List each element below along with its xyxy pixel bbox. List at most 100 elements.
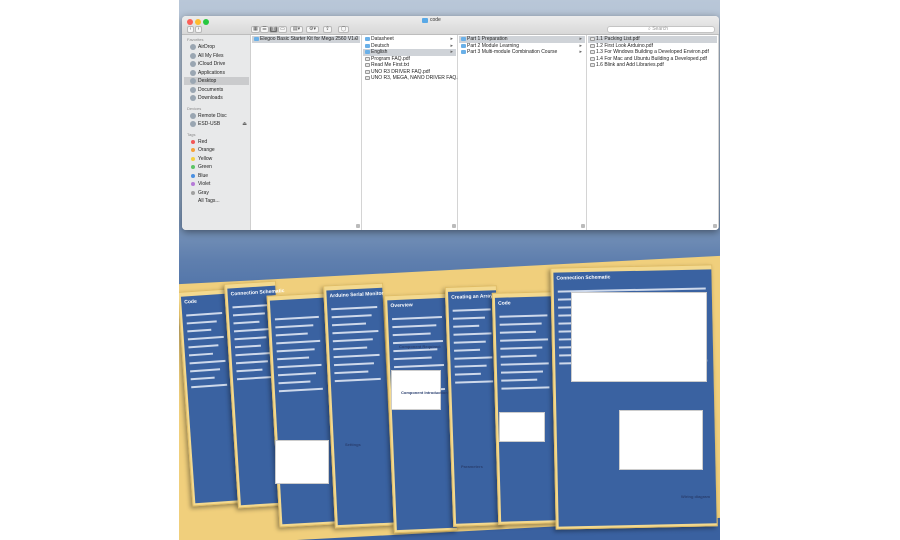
chevron-right-icon: ▸ xyxy=(354,36,357,42)
sidebar-item[interactable]: Orange xyxy=(184,146,249,154)
action-button[interactable]: ⚙▾ xyxy=(306,26,319,33)
finder-window: code ‹ › ▦ ☰ ▥ ▭ ▤▾ ⚙▾ ⇪ ◯ ⌕ Search Favo… xyxy=(182,16,719,230)
sidebar-item[interactable]: Applications xyxy=(184,69,249,77)
sidebar-item[interactable]: Documents xyxy=(184,86,249,94)
sidebar-item[interactable]: iCloud Drive xyxy=(184,60,249,68)
arrange-button[interactable]: ▤▾ xyxy=(290,26,303,33)
folder-row[interactable]: Part 3 Multi-module Combination Course ▸ xyxy=(459,49,585,56)
sidebar-section-header: Devices xyxy=(187,105,202,111)
parameters-heading: Parameters xyxy=(461,464,483,469)
text-line xyxy=(236,375,275,380)
text-line xyxy=(499,314,548,318)
breadboard-illustration xyxy=(619,410,703,470)
document-icon xyxy=(365,69,370,74)
text-line xyxy=(501,386,550,390)
forward-button[interactable]: › xyxy=(195,26,202,33)
sidebar-item[interactable]: Green xyxy=(184,163,249,171)
sidebar-item[interactable]: Gray xyxy=(184,189,249,197)
text-line xyxy=(190,368,221,372)
browser-column: 1.1 Packing List.pdf 1.2 First Look Ardui… xyxy=(587,35,719,230)
text-line xyxy=(499,322,542,326)
folder-icon xyxy=(365,50,370,54)
tag-color-dot xyxy=(191,182,195,186)
sidebar-item[interactable]: Remote Disc xyxy=(184,112,249,120)
item-label: Part 1 Preparation xyxy=(467,36,508,42)
text-line xyxy=(232,312,265,316)
column-resize-handle[interactable] xyxy=(356,224,360,228)
component-required-heading: Component Required: xyxy=(399,344,441,349)
file-row[interactable]: 1.6 Blink and Add Libraries.pdf xyxy=(588,62,717,69)
code-snippet xyxy=(499,412,545,442)
sidebar-item[interactable]: Desktop xyxy=(184,77,249,85)
settings-heading: Settings xyxy=(345,442,361,447)
list-view-button[interactable]: ☰ xyxy=(260,26,269,33)
document-icon xyxy=(365,56,370,61)
sidebar-item-label: All My Files xyxy=(198,52,224,59)
text-line xyxy=(278,387,323,392)
document-icon xyxy=(590,43,595,48)
text-line xyxy=(454,372,481,376)
column-view-button[interactable]: ▥ xyxy=(269,26,278,33)
printed-pages-photo: Code Connection Schematic Arduino Serial M… xyxy=(179,255,720,540)
item-label: Program FAQ.pdf xyxy=(371,55,410,62)
sidebar-item[interactable]: All My Files xyxy=(184,52,249,60)
sidebar-item[interactable]: Blue xyxy=(184,172,249,180)
sidebar-item[interactable]: Downloads xyxy=(184,94,249,102)
text-line xyxy=(331,305,378,310)
back-button[interactable]: ‹ xyxy=(187,26,194,33)
browser-column: Elegoo Basic Starter Kit for Mega 2560 V… xyxy=(251,35,362,230)
airdrop-icon xyxy=(190,44,196,50)
sidebar-item-label: Downloads xyxy=(198,95,223,101)
text-line xyxy=(333,346,368,350)
eject-icon[interactable]: ⏏ xyxy=(242,120,247,128)
tags-button[interactable]: ◯ xyxy=(338,26,349,33)
tag-color-dot xyxy=(191,139,195,144)
text-line xyxy=(234,344,261,348)
sidebar-item[interactable]: Red xyxy=(184,138,249,146)
sidebar-item-label: AirDrop xyxy=(198,44,215,50)
text-line xyxy=(452,308,491,312)
column-resize-handle[interactable] xyxy=(452,224,456,228)
text-line xyxy=(453,324,480,328)
text-line xyxy=(334,370,369,374)
text-line xyxy=(392,316,443,320)
item-label: 1.2 First Look Arduino.pdf xyxy=(596,42,653,49)
file-row[interactable]: UNO R3, MEGA, NANO DRIVER FAQ.pdf xyxy=(363,75,465,82)
text-line xyxy=(453,332,492,336)
page-header-band: Code xyxy=(494,296,560,522)
title-bar: code ‹ › ▦ ☰ ▥ ▭ ▤▾ ⚙▾ ⇪ ◯ ⌕ Search xyxy=(182,16,719,35)
text-line xyxy=(393,356,432,360)
text-line xyxy=(277,363,322,368)
page-heading: Connection Schematic xyxy=(556,274,611,282)
document-icon xyxy=(365,76,370,80)
applications-icon xyxy=(190,69,196,76)
sidebar-item-label: ESD-USB xyxy=(198,121,221,127)
usb-drive-icon xyxy=(190,121,196,127)
item-label: 1.4 For Mac and Ubuntu Building a Develo… xyxy=(596,55,707,62)
sidebar-item[interactable]: Violet xyxy=(184,180,249,188)
sidebar-item[interactable]: AirDrop xyxy=(184,43,249,51)
page-heading: Arduino Serial Monitor xyxy=(329,290,384,300)
window-title-text: code xyxy=(430,17,441,23)
folder-row[interactable]: Elegoo Basic Starter Kit for Mega 2560 V… xyxy=(252,36,360,43)
folder-icon xyxy=(365,37,370,41)
folder-icon xyxy=(422,17,428,23)
item-label: 1.1 Packing List.pdf xyxy=(596,36,640,42)
icon-view-button[interactable]: ▦ xyxy=(251,26,260,33)
item-label: Read Me First.txt xyxy=(371,62,410,68)
column-resize-handle[interactable] xyxy=(581,224,585,228)
text-line xyxy=(500,338,549,342)
sidebar-section-header: Favorites xyxy=(187,37,204,42)
column-resize-handle[interactable] xyxy=(713,224,717,228)
share-button[interactable]: ⇪ xyxy=(323,26,332,33)
sidebar-item[interactable]: Yellow xyxy=(184,155,249,163)
sidebar-item[interactable]: ESD-USB ⏏ xyxy=(184,120,249,128)
disc-icon xyxy=(190,112,196,119)
search-field[interactable]: ⌕ Search xyxy=(607,26,715,33)
text-line xyxy=(275,332,308,336)
sidebar-item-label: Applications xyxy=(198,69,225,76)
sidebar-item[interactable]: All Tags... xyxy=(184,197,249,205)
browser-column: Part 1 Preparation ▸ Part 2 Module Learnin… xyxy=(458,35,587,230)
gallery-view-button[interactable]: ▭ xyxy=(278,26,287,33)
document-icon xyxy=(590,63,595,67)
